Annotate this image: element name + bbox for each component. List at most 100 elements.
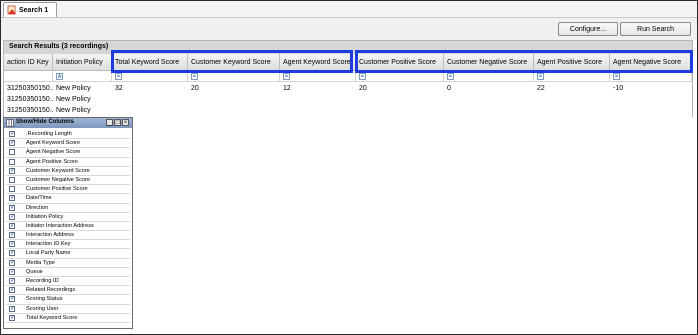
- checkbox[interactable]: [9, 149, 15, 156]
- column-filter-cell[interactable]: =: [356, 72, 444, 82]
- column-toggle-label: Queue: [26, 268, 43, 275]
- column-toggle-label: Initiator Interaction Address: [26, 222, 94, 229]
- configure-button[interactable]: Configure...: [558, 22, 618, 36]
- column-toggle-item[interactable]: ✓ Agent Keyword Score: [6, 139, 130, 149]
- column-toggle-label: Total Keyword Score: [26, 314, 78, 321]
- column-filter-cell[interactable]: =: [280, 72, 356, 82]
- table-cell: [356, 105, 444, 117]
- column-toggle-item[interactable]: ✓ Direction: [6, 204, 130, 213]
- column-filter-cell[interactable]: =: [188, 72, 280, 82]
- checkbox[interactable]: [9, 186, 15, 193]
- filter-icon[interactable]: =: [447, 73, 454, 80]
- checkbox[interactable]: ✓: [9, 296, 15, 303]
- filter-icon[interactable]: =: [537, 73, 544, 80]
- table-cell: [280, 105, 356, 117]
- column-header[interactable]: Customer Keyword Score: [188, 54, 280, 71]
- filter-icon[interactable]: =: [613, 73, 620, 80]
- column-toggle-label: Media Type: [26, 259, 55, 266]
- column-toggle-label: Customer Negative Score: [26, 176, 91, 183]
- column-filter-cell[interactable]: =: [534, 72, 610, 82]
- column-toggle-item[interactable]: ✓ Date/Time: [6, 194, 130, 204]
- checkbox[interactable]: ✓: [9, 241, 15, 248]
- checkbox[interactable]: ✓: [9, 259, 15, 266]
- column-toggle-item[interactable]: ✓ Total Keyword Score: [6, 314, 130, 323]
- table-cell: [444, 105, 534, 117]
- column-header[interactable]: Customer Negative Score: [444, 54, 534, 71]
- column-toggle-item[interactable]: ✓ Related Recordings: [6, 286, 130, 296]
- column-toggle-item[interactable]: Agent Negative Score: [6, 148, 130, 158]
- column-toggle-item[interactable]: ✓ Scoring User: [6, 305, 130, 314]
- column-toggle-item[interactable]: ✓ Initiation Policy: [6, 213, 130, 222]
- column-header[interactable]: Agent Negative Score: [610, 54, 692, 71]
- table-cell: [534, 105, 610, 117]
- checkbox[interactable]: [9, 176, 15, 183]
- filter-icon[interactable]: =: [283, 73, 290, 80]
- columns-icon: [6, 119, 14, 127]
- column-toggle-item[interactable]: ✓ Interaction ID Key: [6, 240, 130, 250]
- column-toggle-item[interactable]: ✓ Scoring Status: [6, 295, 130, 305]
- checkbox[interactable]: ✓: [9, 305, 15, 312]
- checkbox[interactable]: ✓: [9, 278, 15, 284]
- column-toggle-label: Interaction ID Key: [26, 241, 71, 248]
- column-toggle-item[interactable]: Agent Positive Score: [6, 158, 130, 167]
- column-filter-cell[interactable]: =: [610, 72, 692, 82]
- column-toggle-item[interactable]: Customer Negative Score: [6, 176, 130, 186]
- maximize-icon[interactable]: □: [114, 119, 121, 126]
- table-cell: [188, 105, 280, 117]
- column-toggle-label: Scoring User: [26, 305, 59, 312]
- checkbox[interactable]: ✓: [9, 213, 15, 220]
- column-header[interactable]: Agent Positive Score: [534, 54, 610, 71]
- column-header[interactable]: Agent Keyword Score: [280, 54, 356, 71]
- checkbox[interactable]: ✓: [9, 250, 15, 257]
- checkbox[interactable]: ✓: [9, 314, 15, 321]
- filter-icon[interactable]: A: [56, 73, 63, 80]
- column-header[interactable]: action ID Key: [4, 54, 53, 71]
- column-toggle-item[interactable]: ✓ Queue: [6, 268, 130, 277]
- column-toggle-label: Customer Positive Score: [26, 186, 88, 193]
- column-toggle-item[interactable]: ✓ .Recording Length: [6, 130, 130, 140]
- tab-label: Search 1: [19, 6, 49, 14]
- checkbox[interactable]: ✓: [9, 131, 15, 137]
- table-cell: New Policy: [56, 107, 91, 114]
- checkbox[interactable]: ✓: [9, 140, 15, 147]
- checkbox[interactable]: ✓: [9, 204, 15, 211]
- column-toggle-item[interactable]: ✓ Interaction Address: [6, 231, 130, 241]
- minimize-icon[interactable]: _: [106, 119, 113, 126]
- checkbox[interactable]: ✓: [9, 268, 15, 275]
- column-toggle-item[interactable]: ✓ Local Party Name: [6, 249, 130, 259]
- column-toggle-item[interactable]: Customer Positive Score: [6, 185, 130, 195]
- checkbox[interactable]: [9, 158, 15, 165]
- checkbox[interactable]: ✓: [9, 222, 15, 229]
- column-filter-cell[interactable]: =: [112, 72, 188, 82]
- close-icon[interactable]: ×: [122, 119, 129, 126]
- panel-title: Show/Hide Columns: [16, 119, 75, 125]
- column-toggle-item[interactable]: ✓ Customer Keyword Score: [6, 167, 130, 176]
- filter-icon[interactable]: =: [191, 73, 198, 80]
- column-toggle-label: Recording ID: [26, 278, 59, 284]
- column-filter-cell[interactable]: =: [444, 72, 534, 82]
- column-toggle-label: .Recording Length: [26, 131, 72, 137]
- filter-icon[interactable]: =: [115, 73, 122, 80]
- checkbox[interactable]: ✓: [9, 195, 15, 202]
- column-header[interactable]: Initiation Policy: [53, 54, 112, 71]
- column-toggle-item[interactable]: ✓ Media Type: [6, 259, 130, 268]
- run-search-button[interactable]: Run Search: [620, 22, 691, 36]
- column-toggle-label: Scoring Status: [26, 296, 63, 303]
- checkbox[interactable]: ✓: [9, 287, 15, 294]
- tab-search-1[interactable]: Search 1: [3, 2, 57, 17]
- column-toggle-item[interactable]: ✓ Initiator Interaction Address: [6, 222, 130, 232]
- column-filter-cell[interactable]: A: [53, 72, 112, 82]
- checkbox[interactable]: ✓: [9, 167, 15, 174]
- search-doc-icon: [7, 5, 16, 15]
- toolbar: Configure... Run Search: [1, 18, 697, 40]
- filter-icon[interactable]: =: [359, 73, 366, 80]
- column-header[interactable]: Customer Positive Score: [356, 54, 444, 71]
- panel-title-bar[interactable]: Show/Hide Columns _ □ ×: [4, 118, 132, 128]
- column-toggle-item[interactable]: ✓ Recording ID: [6, 277, 130, 287]
- column-filter-cell[interactable]: [4, 72, 53, 82]
- column-header[interactable]: Total Keyword Score: [112, 54, 188, 71]
- column-toggle-label: Customer Keyword Score: [26, 167, 90, 174]
- table-cell: [112, 105, 188, 117]
- checkbox[interactable]: ✓: [9, 232, 15, 239]
- tab-strip: Search 1: [1, 1, 697, 18]
